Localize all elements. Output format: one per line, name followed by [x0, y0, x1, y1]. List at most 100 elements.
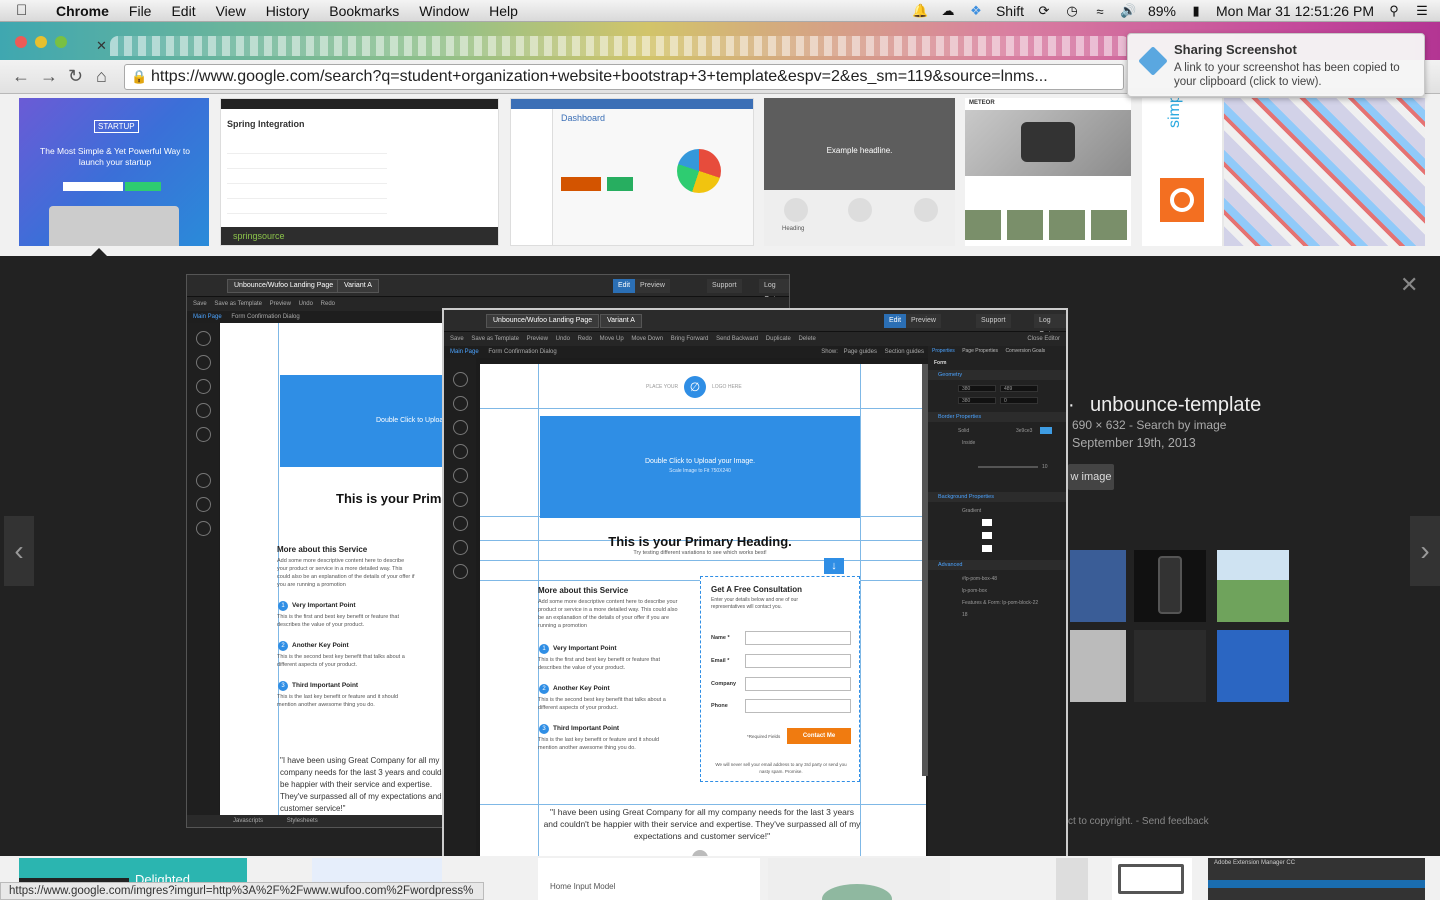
menu-edit[interactable]: Edit [171, 3, 195, 19]
tool-icon[interactable] [453, 564, 468, 579]
tab-page-properties[interactable]: Page Properties [962, 348, 998, 354]
edit-button[interactable]: Edit [613, 279, 636, 293]
back-arrow-icon[interactable]: ← [12, 66, 30, 87]
video-tool-icon[interactable] [196, 473, 211, 488]
result-thumbnail-meteor[interactable]: METEOR [965, 98, 1131, 246]
corner-radius-slider[interactable] [978, 466, 1038, 468]
code-tool-icon[interactable] [453, 540, 468, 555]
tool-icon[interactable] [453, 492, 468, 507]
preview-button[interactable]: Preview [906, 314, 941, 328]
related-image[interactable] [1070, 630, 1126, 702]
support-menu[interactable]: Support [707, 279, 742, 293]
main-page-tab[interactable]: Main Page [450, 349, 479, 355]
code-tool-icon[interactable] [196, 497, 211, 512]
top-color-swatch[interactable] [982, 532, 992, 539]
size-width[interactable]: 380 [962, 384, 970, 394]
related-image[interactable] [1217, 630, 1289, 702]
close-editor-button[interactable]: Close Editor [1027, 332, 1060, 346]
fill-select[interactable]: Gradient [962, 506, 981, 516]
menu-bookmarks[interactable]: Bookmarks [329, 3, 399, 19]
result-thumbnail-startup[interactable]: STARTUP The Most Simple & Yet Powerful W… [19, 98, 209, 246]
sync-icon[interactable]: ⟳ [1036, 3, 1052, 19]
class-value[interactable]: lp-pom-box [962, 586, 987, 596]
hero-image[interactable]: Double Click to Upload your Image. [280, 375, 450, 467]
size-height[interactable]: 489 [1004, 384, 1012, 394]
tool-redo[interactable]: Redo [578, 336, 592, 342]
tool-redo[interactable]: Redo [321, 301, 335, 307]
page-name-tab[interactable]: Unbounce/Wufoo Landing Page [486, 314, 600, 328]
image-tool-icon[interactable] [196, 403, 211, 418]
tool-icon[interactable] [453, 468, 468, 483]
tool-undo[interactable]: Undo [556, 336, 570, 342]
wifi-icon[interactable]: ≈ [1092, 4, 1108, 19]
support-menu[interactable]: Support [976, 314, 1011, 328]
primary-heading[interactable]: This is your Primary Heading. [480, 534, 920, 549]
border-style-select[interactable]: Solid [958, 426, 969, 436]
tool-move-up[interactable]: Move Up [600, 336, 624, 342]
tool-save[interactable]: Save [193, 301, 207, 307]
menu-file[interactable]: File [129, 3, 152, 19]
corner-radius-value[interactable]: 10 [1042, 462, 1048, 472]
editor-window-front[interactable]: Unbounce/Wufoo Landing Page Variant A Ed… [442, 308, 1068, 882]
tool-save[interactable]: Save [450, 336, 464, 342]
apple-menu-icon[interactable]:  [16, 2, 38, 19]
video-tool-icon[interactable] [453, 516, 468, 531]
app-menu[interactable]: Chrome [56, 3, 109, 19]
logout-button[interactable]: Log Out [1034, 314, 1066, 338]
preview-button[interactable]: Preview [635, 279, 670, 293]
result-thumbnail[interactable]: Adobe Extension Manager CC [1208, 858, 1425, 900]
preview-footer[interactable]: ct to copyright. - Send feedback [1068, 816, 1209, 827]
base-color-swatch[interactable] [982, 519, 992, 526]
result-thumbnail-dashboard[interactable]: Dashboard [510, 98, 754, 246]
phone-input[interactable] [745, 699, 851, 713]
main-page-tab[interactable]: Main Page [193, 314, 222, 320]
tool-undo[interactable]: Undo [299, 301, 313, 307]
preview-title[interactable]: unbounce-template [1090, 394, 1261, 417]
reload-icon[interactable]: ↻ [68, 66, 83, 87]
result-thumbnail[interactable] [768, 858, 950, 900]
result-thumbnail-spring[interactable]: Spring Integration springsource [220, 98, 499, 246]
tool-send-backward[interactable]: Send Backward [716, 336, 758, 342]
tool-icon[interactable] [453, 372, 468, 387]
zoom-window-button[interactable] [55, 36, 67, 48]
variant-select[interactable]: Variant A [337, 279, 379, 293]
result-thumbnail[interactable] [1112, 858, 1192, 900]
border-color-value[interactable]: 3e9ce3 [1016, 426, 1032, 436]
tool-preview[interactable]: Preview [270, 301, 291, 307]
contact-me-button[interactable]: Contact Me [787, 728, 851, 744]
text-tool-icon[interactable] [196, 379, 211, 394]
consultation-form[interactable]: Get A Free Consultation Enter your detai… [700, 576, 860, 782]
logout-button[interactable]: Log Out [759, 279, 789, 303]
text-tool-icon[interactable] [453, 420, 468, 435]
battery-icon[interactable]: ▮ [1188, 3, 1204, 19]
name-input[interactable] [745, 631, 851, 645]
arrow-down-icon[interactable]: ↓ [824, 558, 844, 574]
menu-window[interactable]: Window [419, 3, 469, 19]
input-source[interactable]: Shift [996, 3, 1024, 19]
logo-placeholder[interactable]: PLACE YOUR ∅ LOGO HERE [646, 376, 746, 398]
related-image[interactable] [1134, 550, 1206, 622]
clock[interactable]: Mon Mar 31 12:51:26 PM [1216, 3, 1374, 19]
page-canvas[interactable]: PLACE YOUR ∅ LOGO HERE Double Click to U… [480, 364, 926, 862]
geometry-header[interactable]: Geometry [928, 370, 1066, 380]
menu-history[interactable]: History [266, 3, 310, 19]
tool-icon[interactable] [196, 521, 211, 536]
volume-icon[interactable]: 🔊 [1120, 3, 1136, 19]
preview-dims[interactable]: 690 × 632 - Search by image [1072, 416, 1226, 434]
bottom-color-swatch[interactable] [982, 545, 992, 552]
spotlight-icon[interactable]: ⚲ [1386, 3, 1402, 19]
position-top[interactable]: 0 [1004, 396, 1007, 406]
edit-button[interactable]: Edit [884, 314, 907, 328]
address-bar[interactable]: 🔒 https://www.google.com/search?q=studen… [124, 64, 1124, 90]
tool-save-template[interactable]: Save as Template [214, 301, 262, 307]
tool-delete[interactable]: Delete [798, 336, 815, 342]
hero-image[interactable]: Double Click to Upload your Image. Scale… [540, 416, 860, 518]
next-image-button[interactable]: › [1410, 516, 1440, 586]
image-tool-icon[interactable] [453, 444, 468, 459]
background-properties-header[interactable]: Background Properties [928, 492, 1066, 502]
tool-icon[interactable] [196, 427, 211, 442]
parent-value[interactable]: Features & Form: lp-pom-block-22 [962, 598, 1038, 608]
prev-image-button[interactable]: ‹ [4, 516, 34, 586]
zindex-value[interactable]: 18 [962, 610, 968, 620]
primary-heading[interactable]: This is your Primary Heading. [336, 491, 450, 506]
